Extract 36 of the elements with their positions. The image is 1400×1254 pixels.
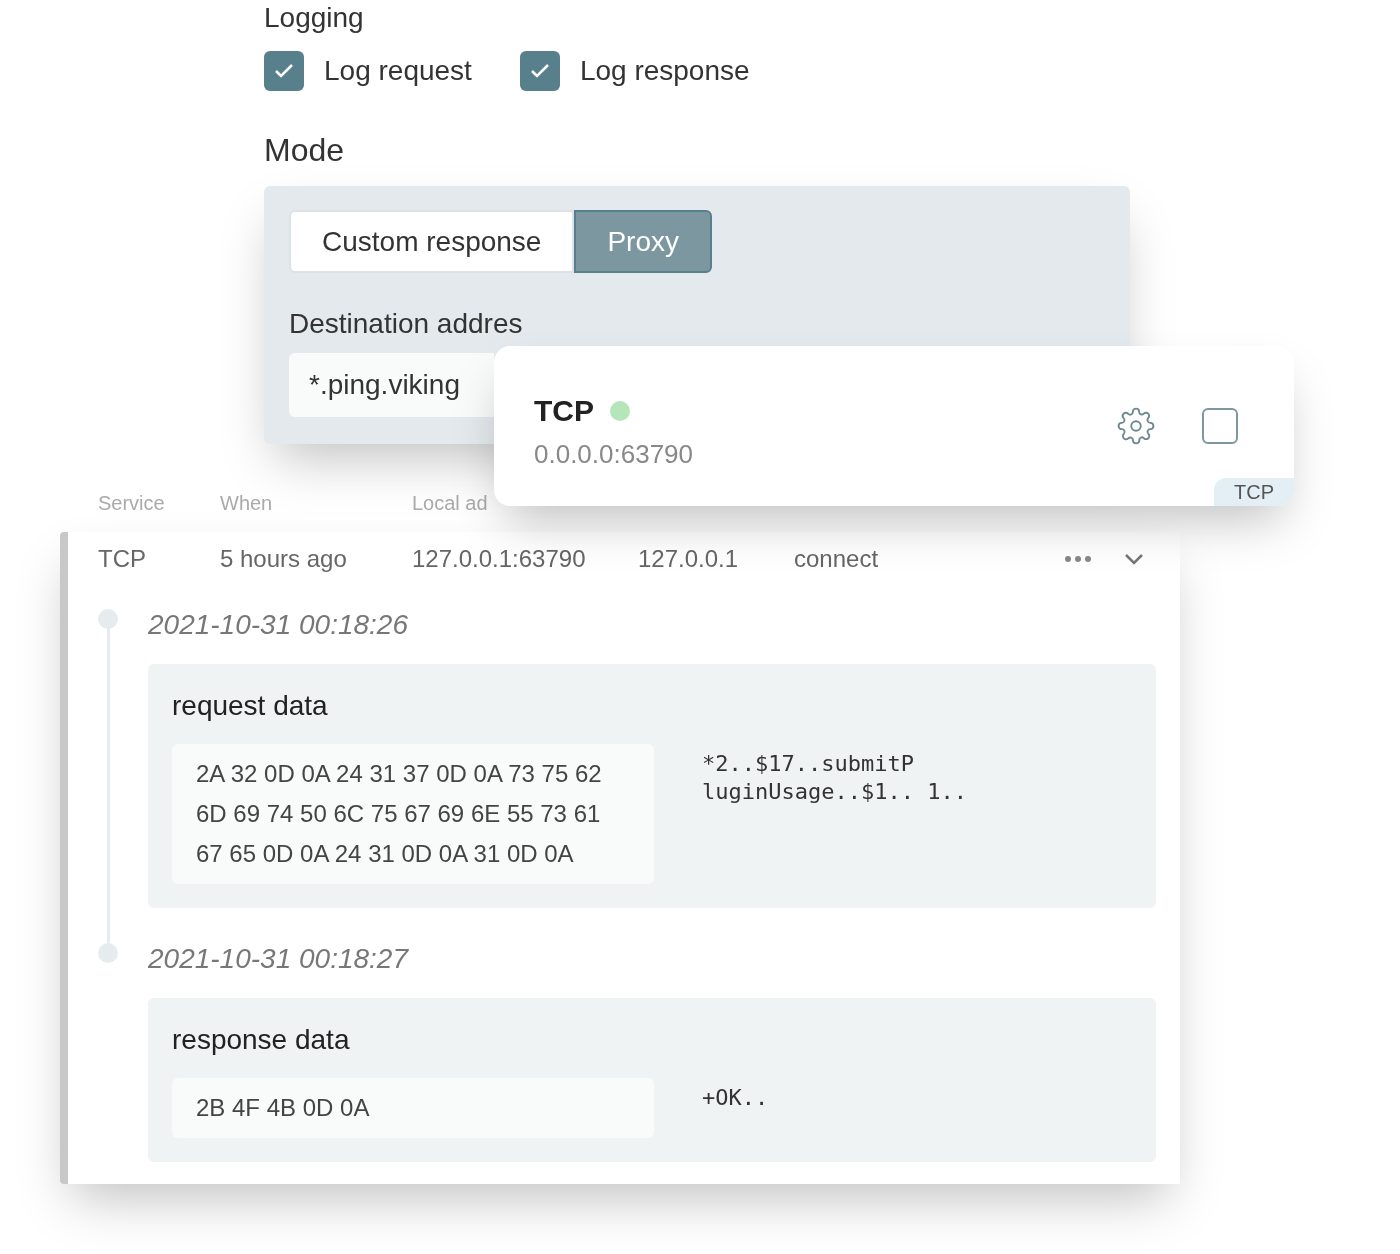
column-header: When — [220, 491, 274, 516]
service-address: 0.0.0.0:63790 — [534, 438, 694, 471]
table-cell-text: 127.0.0.1:63790 — [412, 544, 587, 574]
panel-title: response data — [172, 1023, 351, 1057]
hex-line: 2A 32 0D 0A 24 31 37 0D 0A 73 75 62 — [196, 759, 603, 789]
timestamp: 2021-10-31 00:18:27 — [148, 942, 408, 976]
checkbox[interactable] — [519, 51, 560, 91]
timestamp: 2021-10-31 00:18:26 — [148, 608, 408, 642]
column-header: Service — [98, 491, 166, 516]
settings-button[interactable] — [1116, 406, 1156, 446]
stop-icon[interactable] — [1202, 408, 1238, 444]
mode-tab[interactable]: Custom response — [289, 210, 575, 273]
checkbox-label: Log response — [579, 54, 750, 88]
ascii-line: +OK.. — [702, 1084, 769, 1112]
panel-title: request data — [172, 689, 329, 723]
hex-line: 67 65 0D 0A 24 31 0D 0A 31 0D 0A — [196, 839, 575, 869]
field-label: Destination addres — [289, 307, 524, 341]
section-title: Mode — [264, 131, 346, 170]
section-title: Logging — [264, 1, 365, 35]
service-name: TCP — [534, 393, 594, 429]
table-cell-text: 127.0.0.1 — [638, 544, 740, 574]
table-cell-text: TCP — [98, 544, 147, 574]
settings-icon — [1117, 407, 1155, 445]
hex-line: 6D 69 74 50 6C 75 67 69 6E 55 73 61 — [196, 799, 602, 829]
hex-line: 2B 4F 4B 0D 0A — [196, 1093, 371, 1123]
table-cell-text: 5 hours ago — [220, 544, 348, 574]
column-header: Local ad — [412, 491, 489, 516]
destination-field[interactable]: *.ping.viking — [289, 353, 494, 417]
chevron-down-icon — [1124, 553, 1144, 565]
ascii-line: luginUsage..$1.. 1.. — [702, 778, 967, 806]
ascii-line: *2..$17..submitP — [702, 750, 915, 778]
checkbox-label: Log request — [324, 54, 472, 88]
protocol-tag: TCP — [1214, 478, 1294, 506]
checkbox[interactable] — [264, 51, 304, 91]
more-icon — [1064, 555, 1092, 563]
table-cell-text: connect — [794, 544, 880, 574]
